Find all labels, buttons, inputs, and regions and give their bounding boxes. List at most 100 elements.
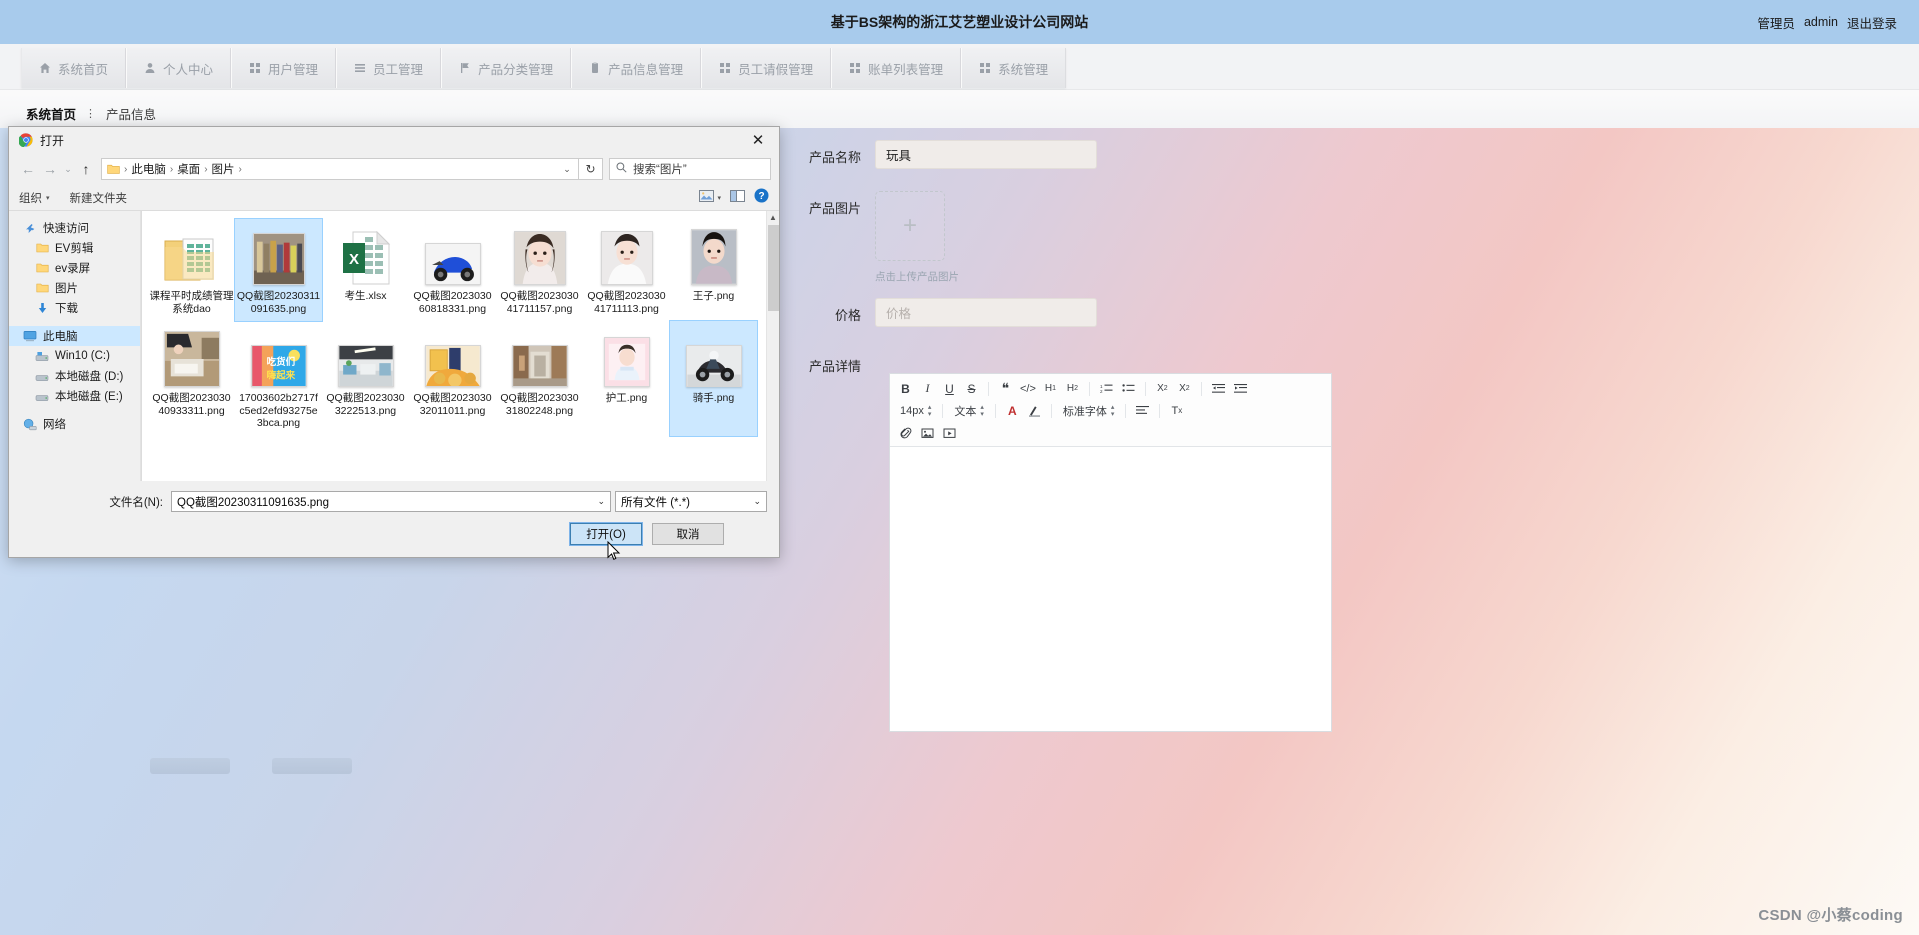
file-item-image[interactable]: QQ截图202303040933311.png: [148, 321, 235, 436]
font-family-select[interactable]: 标准字体 ▴ ▾: [1059, 401, 1119, 420]
file-name: QQ截图20230311091635.png: [236, 290, 321, 315]
nav-item-product-info[interactable]: 产品信息管理: [571, 48, 702, 88]
file-name-input[interactable]: QQ截图20230311091635.png ⌄: [171, 491, 611, 512]
breadcrumb-root[interactable]: 系统首页: [26, 104, 76, 123]
sidebar-item-downloads[interactable]: 下载: [9, 298, 140, 318]
italic-icon[interactable]: I: [918, 379, 937, 398]
underline-icon[interactable]: U: [940, 379, 959, 398]
file-name-label: 文件名(N):: [109, 496, 163, 509]
scrollbar-thumb[interactable]: [768, 225, 779, 311]
superscript-icon[interactable]: X2: [1175, 379, 1194, 398]
sidebar-label: 本地磁盘 (D:): [55, 371, 124, 383]
nav-item-profile[interactable]: 个人中心: [126, 48, 232, 88]
up-icon[interactable]: ↑: [75, 158, 97, 180]
help-icon[interactable]: ?: [754, 188, 769, 208]
image-icon[interactable]: [918, 423, 937, 442]
clear-format-icon[interactable]: Tx: [1167, 401, 1186, 420]
nav-item-product-category[interactable]: 产品分类管理: [441, 48, 572, 88]
refresh-icon[interactable]: ↻: [579, 158, 603, 180]
logout-link[interactable]: 退出登录: [1847, 13, 1897, 32]
view-mode-button[interactable]: ▾: [699, 189, 721, 207]
align-icon[interactable]: [1133, 401, 1152, 420]
recent-locations-icon[interactable]: ⌄: [61, 158, 75, 180]
file-item-image[interactable]: QQ截图202303060818331.png: [409, 219, 496, 321]
nav-item-bill-list[interactable]: 账单列表管理: [831, 48, 962, 88]
nav-item-staff-management[interactable]: 员工管理: [336, 48, 442, 88]
nav-item-system-management[interactable]: 系统管理: [961, 48, 1067, 88]
path-segment-pictures[interactable]: 图片: [209, 161, 238, 177]
file-name: 17003602b2717fc5ed2efd93275e3bca.png: [239, 392, 318, 429]
sidebar-label: 图片: [55, 283, 78, 295]
ordered-list-icon[interactable]: 12: [1097, 379, 1116, 398]
scroll-up-icon[interactable]: ▲: [767, 211, 779, 224]
file-item-image[interactable]: QQ截图20230303222513.png: [322, 321, 409, 436]
file-item-image[interactable]: QQ截图202303041711113.png: [583, 219, 670, 321]
sidebar-item-pictures[interactable]: 图片: [9, 278, 140, 298]
file-item-selected[interactable]: QQ截图20230311091635.png: [234, 218, 323, 322]
spinner-icon: ▴ ▾: [980, 403, 984, 418]
chevron-down-icon[interactable]: ⌄: [558, 164, 576, 175]
file-item-image[interactable]: QQ截图202303031802248.png: [496, 321, 583, 436]
file-item-image[interactable]: 护工.png: [583, 321, 670, 436]
sidebar-item-disk-e[interactable]: 本地磁盘 (E:): [9, 386, 140, 406]
product-name-input[interactable]: 玩具: [875, 140, 1097, 169]
background-color-icon[interactable]: [1025, 401, 1044, 420]
editor-content-area[interactable]: [890, 447, 1331, 731]
sidebar-item-this-pc[interactable]: 此电脑: [9, 326, 140, 346]
sidebar-item-quick-access[interactable]: 快速访问: [9, 218, 140, 238]
file-item-image[interactable]: QQ截图202303032011011.png: [409, 321, 496, 436]
cancel-button[interactable]: 取消: [652, 523, 724, 545]
ghost-button-left[interactable]: [150, 758, 230, 774]
chevron-down-icon[interactable]: ⌄: [597, 496, 605, 507]
link-icon[interactable]: [896, 423, 915, 442]
sidebar-item-ev-record[interactable]: ev录屏: [9, 258, 140, 278]
nav-item-leave-management[interactable]: 员工请假管理: [701, 48, 832, 88]
outdent-icon[interactable]: [1209, 379, 1228, 398]
text-style-select[interactable]: 文本 ▴ ▾: [950, 401, 988, 420]
text-color-icon[interactable]: A: [1003, 401, 1022, 420]
file-type-filter[interactable]: 所有文件 (*.*) ⌄: [615, 491, 767, 512]
close-icon[interactable]: ✕: [737, 127, 779, 153]
open-button[interactable]: 打开(O): [569, 522, 643, 546]
file-list[interactable]: 课程平时成绩管理系统dao QQ截图20230311091635.png X 考…: [141, 211, 779, 481]
file-item-excel[interactable]: X 考生.xlsx: [322, 219, 409, 321]
file-name-row: 文件名(N): QQ截图20230311091635.png ⌄ 所有文件 (*…: [21, 491, 767, 512]
heading-1-icon[interactable]: H1: [1041, 379, 1060, 398]
preview-pane-icon[interactable]: [730, 189, 745, 207]
search-input[interactable]: 搜索“图片”: [609, 158, 771, 180]
file-item-image[interactable]: 王子.png: [670, 219, 757, 321]
blockquote-icon[interactable]: ❝: [996, 379, 1015, 398]
file-item-image[interactable]: QQ截图202303041711157.png: [496, 219, 583, 321]
ghost-button-right[interactable]: [272, 758, 352, 774]
path-segment-computer[interactable]: 此电脑: [128, 161, 169, 177]
sidebar-item-disk-d[interactable]: 本地磁盘 (D:): [9, 366, 140, 386]
file-name: 考生.xlsx: [344, 290, 387, 302]
file-item-folder[interactable]: 课程平时成绩管理系统dao: [148, 219, 235, 321]
indent-icon[interactable]: [1231, 379, 1250, 398]
font-size-select[interactable]: 14px ▴ ▾: [896, 401, 935, 420]
nav-item-home[interactable]: 系统首页: [21, 48, 127, 88]
back-icon[interactable]: ←: [17, 158, 39, 180]
sidebar-item-network[interactable]: 网络: [9, 414, 140, 434]
file-item-selected[interactable]: 骑手.png: [669, 320, 758, 437]
unordered-list-icon[interactable]: [1119, 379, 1138, 398]
organize-button[interactable]: 组织 ▾: [19, 190, 50, 206]
path-segment-desktop[interactable]: 桌面: [174, 161, 203, 177]
address-bar[interactable]: › 此电脑 › 桌面 › 图片 › ⌄: [101, 158, 579, 180]
file-list-scrollbar[interactable]: ▲: [766, 211, 779, 481]
sidebar-item-ev-edit[interactable]: EV剪辑: [9, 238, 140, 258]
strikethrough-icon[interactable]: S: [962, 379, 981, 398]
heading-2-icon[interactable]: H2: [1063, 379, 1082, 398]
price-input[interactable]: 价格: [875, 298, 1097, 327]
new-folder-button[interactable]: 新建文件夹: [70, 190, 128, 206]
code-icon[interactable]: </>: [1018, 379, 1038, 398]
forward-icon[interactable]: →: [39, 158, 61, 180]
nav-item-user-management[interactable]: 用户管理: [231, 48, 337, 88]
bold-icon[interactable]: B: [896, 379, 915, 398]
file-item-image[interactable]: 吃货们 嗨起来 17003602b2717fc5ed2efd93275e3bca…: [235, 321, 322, 436]
product-image-upload-button[interactable]: +: [875, 191, 945, 261]
subscript-icon[interactable]: X2: [1153, 379, 1172, 398]
video-icon[interactable]: [940, 423, 959, 442]
dialog-sidebar: 快速访问 EV剪辑 ev录屏 图片 下载 此电脑 Win10 (C:) 本地磁盘…: [9, 211, 141, 481]
sidebar-item-win10-c[interactable]: Win10 (C:): [9, 346, 140, 366]
